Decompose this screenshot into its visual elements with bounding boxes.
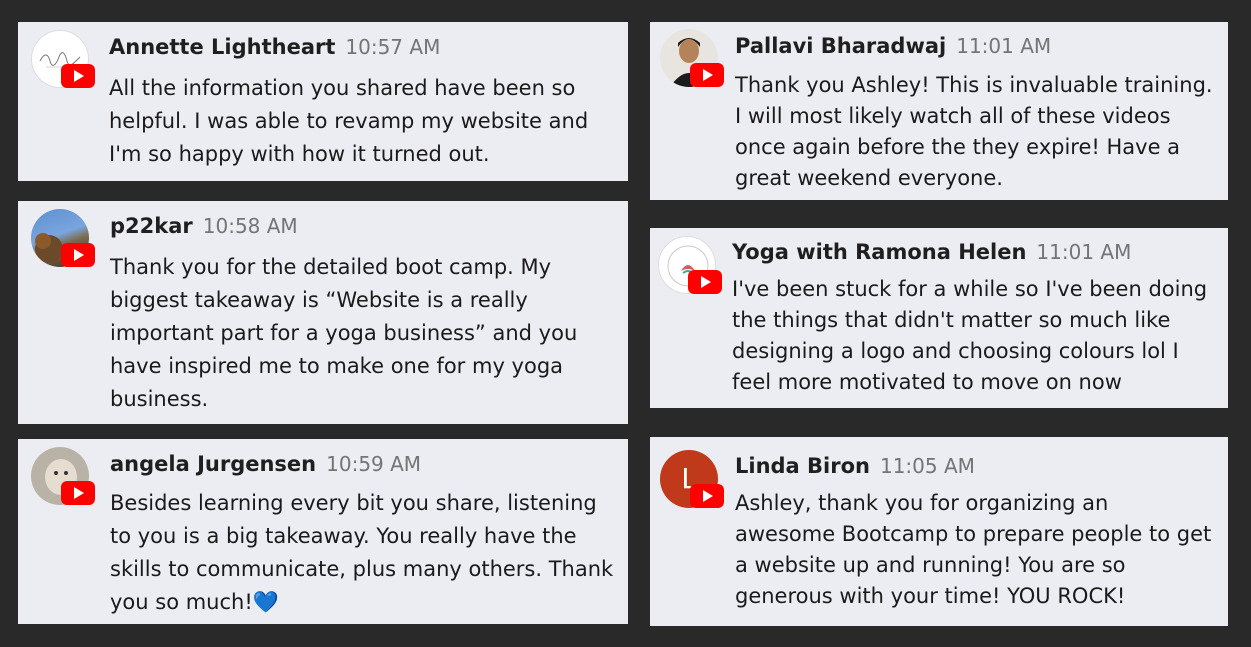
timestamp: 10:58 AM (202, 214, 298, 238)
comment-header: angela Jurgensen 10:59 AM (110, 451, 421, 477)
avatar[interactable] (31, 30, 95, 88)
timestamp: 11:01 AM (956, 34, 1052, 58)
author-name[interactable]: Yoga with Ramona Helen (732, 240, 1026, 264)
comment-text: Besides learning every bit you share, li… (110, 491, 614, 614)
comment-text: All the information you shared have been… (109, 76, 589, 166)
author-name[interactable]: Annette Lightheart (109, 35, 335, 59)
author-name[interactable]: Linda Biron (735, 454, 870, 478)
comment-card: Pallavi Bharadwaj 11:01 AM Thank you Ashl… (650, 22, 1228, 200)
comment-text: Thank you Ashley! This is invaluable tra… (735, 73, 1213, 190)
comment-header: Linda Biron 11:05 AM (735, 453, 975, 479)
avatar[interactable] (31, 209, 95, 267)
timestamp: 11:01 AM (1036, 240, 1132, 264)
comment-card: L Linda Biron 11:05 AM Ashley, thank you … (650, 437, 1228, 626)
youtube-icon (61, 64, 95, 88)
comment-header: Annette Lightheart 10:57 AM (109, 34, 440, 60)
avatar[interactable]: L (660, 450, 724, 508)
comment-header: p22kar 10:58 AM (110, 213, 298, 239)
youtube-icon (61, 243, 95, 267)
youtube-icon (61, 481, 95, 505)
comment-card: Yoga with Ramona Helen 11:01 AM I've been… (650, 228, 1228, 408)
avatar[interactable] (31, 447, 95, 505)
comment-header: Yoga with Ramona Helen 11:01 AM (732, 239, 1131, 265)
comment-card: Annette Lightheart 10:57 AM All the infor… (18, 22, 628, 181)
avatar[interactable] (658, 236, 722, 294)
author-name[interactable]: angela Jurgensen (110, 452, 316, 476)
youtube-icon (690, 484, 724, 508)
comment-text: I've been stuck for a while so I've been… (732, 277, 1208, 394)
comment-card: p22kar 10:58 AM Thank you for the detaile… (18, 201, 628, 424)
timestamp: 11:05 AM (879, 454, 975, 478)
timestamp: 10:57 AM (345, 35, 441, 59)
youtube-icon (688, 270, 722, 294)
comment-header: Pallavi Bharadwaj 11:01 AM (735, 33, 1051, 59)
timestamp: 10:59 AM (326, 452, 422, 476)
author-name[interactable]: p22kar (110, 214, 193, 238)
avatar[interactable] (660, 29, 724, 87)
comment-text: Ashley, thank you for organizing an awes… (735, 491, 1212, 608)
comment-card: angela Jurgensen 10:59 AM Besides learnin… (18, 439, 628, 624)
youtube-icon (690, 63, 724, 87)
author-name[interactable]: Pallavi Bharadwaj (735, 34, 946, 58)
comment-text: Thank you for the detailed boot camp. My… (110, 255, 578, 411)
